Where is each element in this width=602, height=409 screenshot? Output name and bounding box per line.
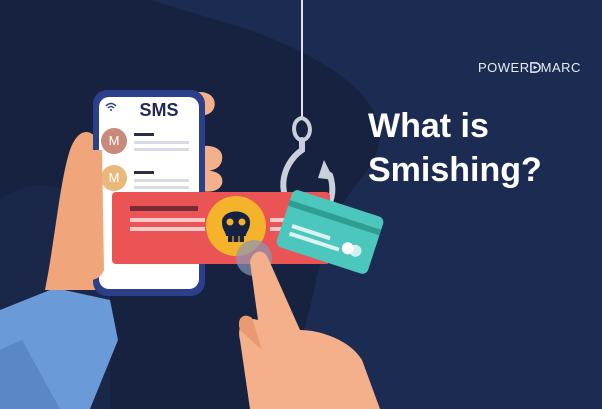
fishing-hook-icon [280,0,336,218]
scene [0,0,384,409]
illustration: POWER MARC What is Smishing? SMS M M [0,0,602,409]
avatar-letter-1: M [108,133,120,148]
pointing-hand [238,251,380,409]
sms-app-title: SMS [139,100,179,120]
avatar-letter-2: M [108,170,120,185]
